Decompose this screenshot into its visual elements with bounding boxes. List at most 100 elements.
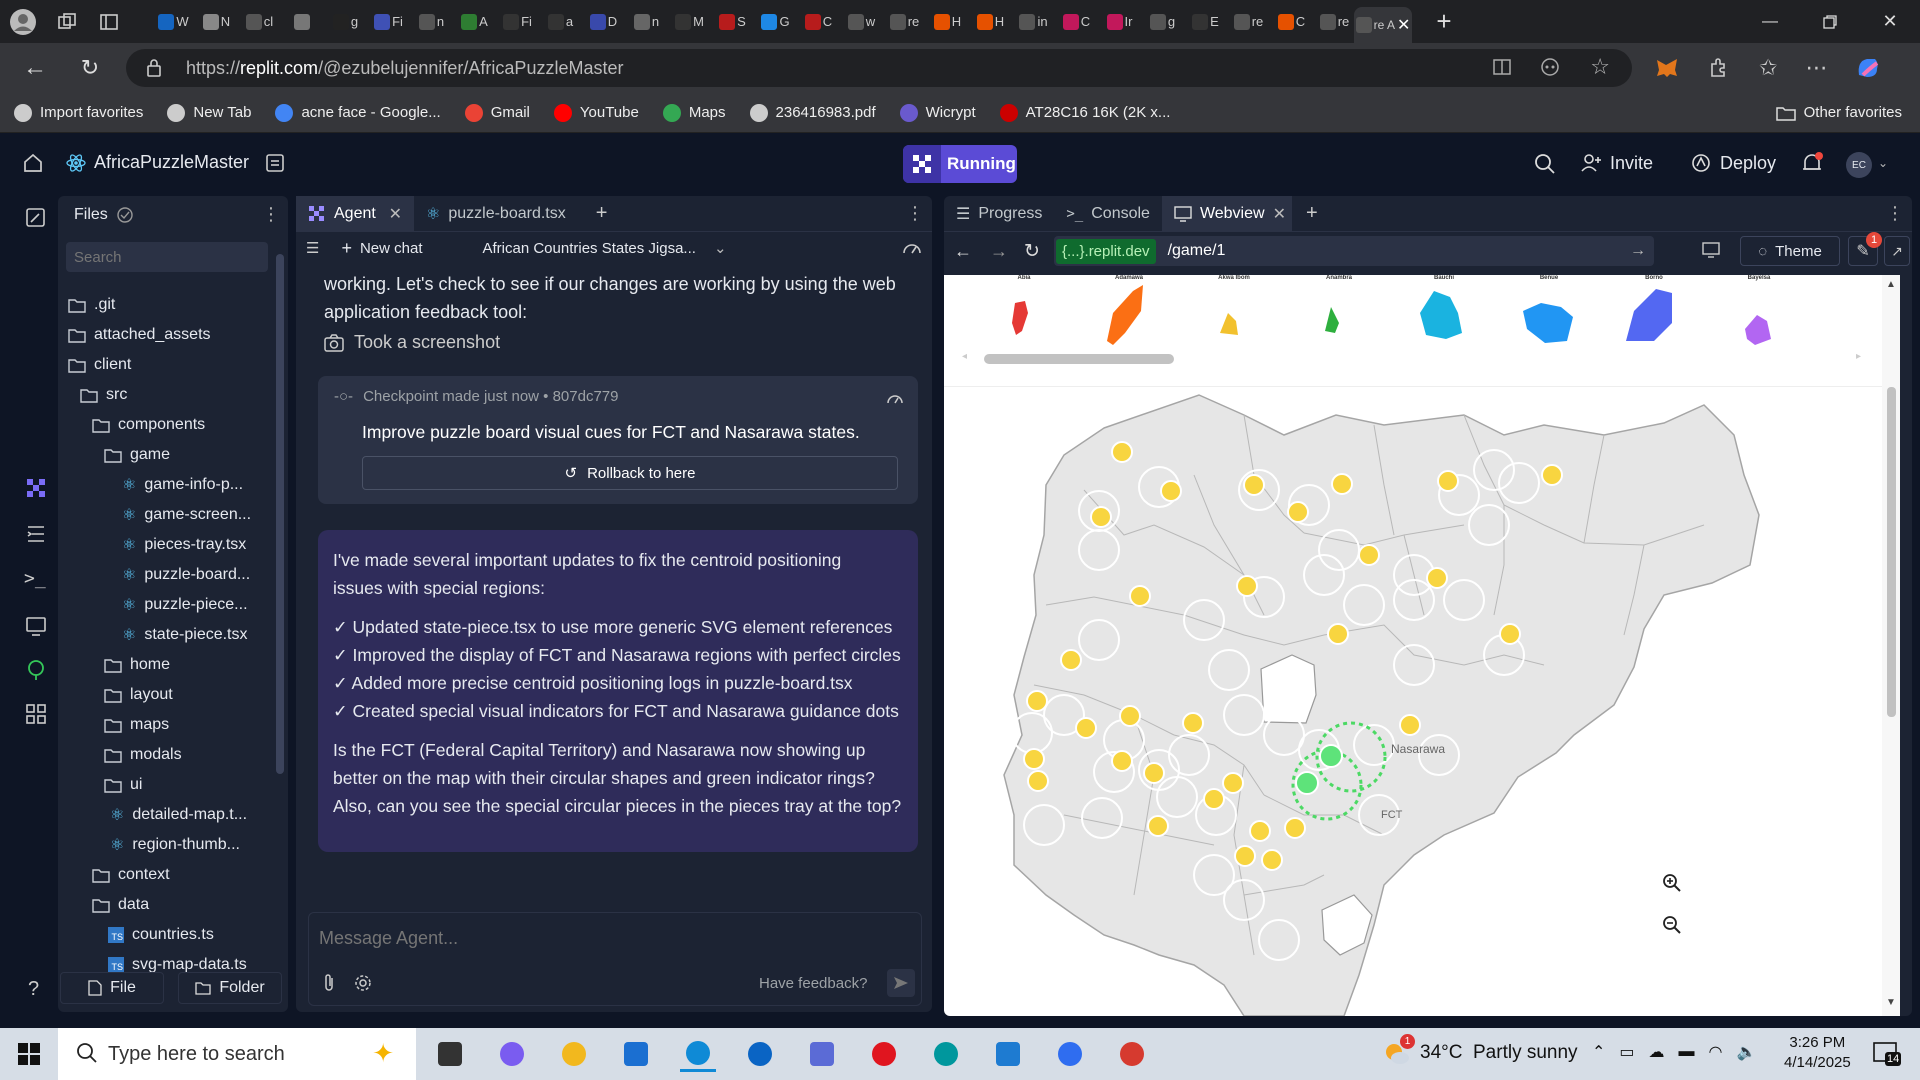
- browser-tab-active[interactable]: re A ✕: [1354, 7, 1412, 43]
- chevron-up-icon[interactable]: ⌃: [1592, 1042, 1605, 1062]
- file-tree-item[interactable]: ⚛ game-info-p...: [66, 470, 278, 500]
- file-tree-item[interactable]: modals: [66, 740, 278, 770]
- file-tree-item[interactable]: ⚛ game-screen...: [66, 500, 278, 530]
- open-new-window-icon[interactable]: ↗: [1884, 236, 1910, 266]
- files-menu-icon[interactable]: ⋮: [262, 204, 280, 225]
- browser-tab[interactable]: n: [627, 6, 666, 37]
- file-tree-item[interactable]: context: [66, 860, 278, 890]
- zoom-in-icon[interactable]: [1662, 873, 1682, 893]
- nigeria-puzzle-map[interactable]: Nasarawa FCT: [944, 275, 1900, 1016]
- other-favorites[interactable]: Other favorites: [1775, 104, 1902, 121]
- browser-tab[interactable]: re: [1229, 6, 1268, 37]
- all-tools-icon[interactable]: [24, 702, 48, 726]
- bookmark-item[interactable]: Gmail: [464, 103, 530, 122]
- file-tree-item[interactable]: ⚛ detailed-map.t...: [66, 800, 278, 830]
- microsoft-store-icon[interactable]: [618, 1036, 654, 1072]
- minimize-icon[interactable]: —: [1740, 0, 1800, 43]
- task-view-icon[interactable]: [432, 1036, 468, 1072]
- copilot-app-icon[interactable]: [494, 1036, 530, 1072]
- bookmark-item[interactable]: Maps: [662, 103, 726, 122]
- file-tree-item[interactable]: layout: [66, 680, 278, 710]
- tab-webview[interactable]: Webview ✕: [1161, 196, 1292, 232]
- new-tab-plus-icon[interactable]: +: [1424, 0, 1464, 43]
- ai-app-icon[interactable]: [1052, 1036, 1088, 1072]
- browser-tab[interactable]: a: [541, 6, 580, 37]
- browser-tab[interactable]: in: [1014, 6, 1053, 37]
- file-tree-item[interactable]: ⚛ state-piece.tsx: [66, 620, 278, 650]
- tab-puzzle-board[interactable]: ⚛ puzzle-board.tsx: [414, 196, 578, 232]
- browser-tab[interactable]: H: [928, 6, 967, 37]
- files-scrollbar[interactable]: [276, 254, 284, 774]
- bookmark-item[interactable]: YouTube: [553, 103, 639, 122]
- clock[interactable]: 3:26 PM 4/14/2025: [1784, 1033, 1851, 1073]
- network-status-icon[interactable]: ☁: [1649, 1042, 1665, 1062]
- file-tree-item[interactable]: src: [66, 380, 278, 410]
- browser-tab[interactable]: W: [154, 6, 193, 37]
- close-window-icon[interactable]: ✕: [1860, 0, 1920, 43]
- browser-tab[interactable]: S: [713, 6, 752, 37]
- bookmark-item[interactable]: 236416983.pdf: [749, 103, 876, 122]
- files-search-input[interactable]: [66, 242, 268, 272]
- search-icon[interactable]: [1534, 153, 1556, 175]
- browser-tab[interactable]: [283, 6, 322, 37]
- project-selector[interactable]: AfricaPuzzleMaster: [66, 152, 249, 173]
- volume-icon[interactable]: 🔈: [1737, 1042, 1757, 1062]
- deploy-button[interactable]: Deploy: [1690, 152, 1776, 174]
- rollback-button[interactable]: ↺ Rollback to here: [362, 456, 898, 490]
- file-tree-item[interactable]: TS countries.ts: [66, 920, 278, 950]
- edge-browser-icon[interactable]: [680, 1036, 716, 1072]
- webview-url-bar[interactable]: {...}.replit.dev /game/1 →: [1054, 236, 1654, 266]
- wps-office-icon[interactable]: [1114, 1036, 1150, 1072]
- send-icon[interactable]: [887, 969, 915, 997]
- outlook-icon[interactable]: [742, 1036, 778, 1072]
- copilot-icon[interactable]: [1855, 55, 1881, 81]
- browser-tab[interactable]: w: [842, 6, 881, 37]
- progress-tool-icon[interactable]: [24, 522, 48, 546]
- browser-tab[interactable]: D: [584, 6, 623, 37]
- devtools-icon[interactable]: [1702, 242, 1720, 258]
- file-tree-item[interactable]: game: [66, 440, 278, 470]
- meet-now-icon[interactable]: ▭: [1619, 1042, 1634, 1062]
- file-tree-item[interactable]: client: [66, 350, 278, 380]
- reload-icon[interactable]: ↻: [1024, 240, 1040, 263]
- bookmark-item[interactable]: New Tab: [167, 103, 251, 122]
- file-tree-item[interactable]: ⚛ region-thumb...: [66, 830, 278, 860]
- windows-start-icon[interactable]: [18, 1043, 40, 1065]
- back-arrow-icon[interactable]: ←: [954, 241, 972, 262]
- add-tab-icon[interactable]: +: [1306, 202, 1318, 225]
- shell-tool-icon[interactable]: >_: [24, 568, 46, 589]
- back-arrow-icon[interactable]: ←: [0, 43, 70, 93]
- browser-tab[interactable]: Fi: [369, 6, 408, 37]
- attach-paperclip-icon[interactable]: [321, 973, 337, 993]
- opera-icon[interactable]: [866, 1036, 902, 1072]
- browser-tab[interactable]: cl: [240, 6, 279, 37]
- reload-icon[interactable]: ↻: [70, 43, 110, 93]
- bookmark-item[interactable]: Import favorites: [14, 103, 143, 122]
- file-tree-item[interactable]: ⚛ puzzle-piece...: [66, 590, 278, 620]
- browser-tab[interactable]: Ir: [1100, 6, 1139, 37]
- home-icon[interactable]: [22, 152, 44, 174]
- notifications-bell-icon[interactable]: [1800, 152, 1824, 176]
- zoom-out-icon[interactable]: [1662, 915, 1682, 935]
- project-info-icon[interactable]: [264, 152, 286, 174]
- open-arrow-icon[interactable]: →: [1630, 242, 1646, 260]
- m365-icon[interactable]: [804, 1036, 840, 1072]
- browser-tab[interactable]: E: [1186, 6, 1225, 37]
- browser-tab[interactable]: g: [326, 6, 365, 37]
- help-icon[interactable]: ?: [28, 978, 39, 1001]
- webview-tool-icon[interactable]: [24, 614, 48, 638]
- chevron-down-icon[interactable]: ⌄: [1878, 156, 1888, 170]
- more-menu-icon[interactable]: ⋯: [1805, 55, 1827, 81]
- close-tab-icon[interactable]: ✕: [1397, 15, 1410, 35]
- vscode-icon[interactable]: [990, 1036, 1026, 1072]
- pane-menu-icon[interactable]: ⋮: [906, 203, 924, 224]
- file-tree-item[interactable]: components: [66, 410, 278, 440]
- browser-tab[interactable]: n: [412, 6, 451, 37]
- address-bar[interactable]: https://replit.com/@ezubelujennifer/Afri…: [126, 49, 1632, 87]
- browser-tab[interactable]: re: [885, 6, 924, 37]
- browser-tab[interactable]: C: [799, 6, 838, 37]
- close-tab-icon[interactable]: ✕: [389, 204, 402, 224]
- tab-progress[interactable]: ☰ Progress: [944, 196, 1054, 232]
- tab-console[interactable]: >_ Console: [1054, 196, 1162, 232]
- page-scrollbar[interactable]: [1887, 387, 1896, 717]
